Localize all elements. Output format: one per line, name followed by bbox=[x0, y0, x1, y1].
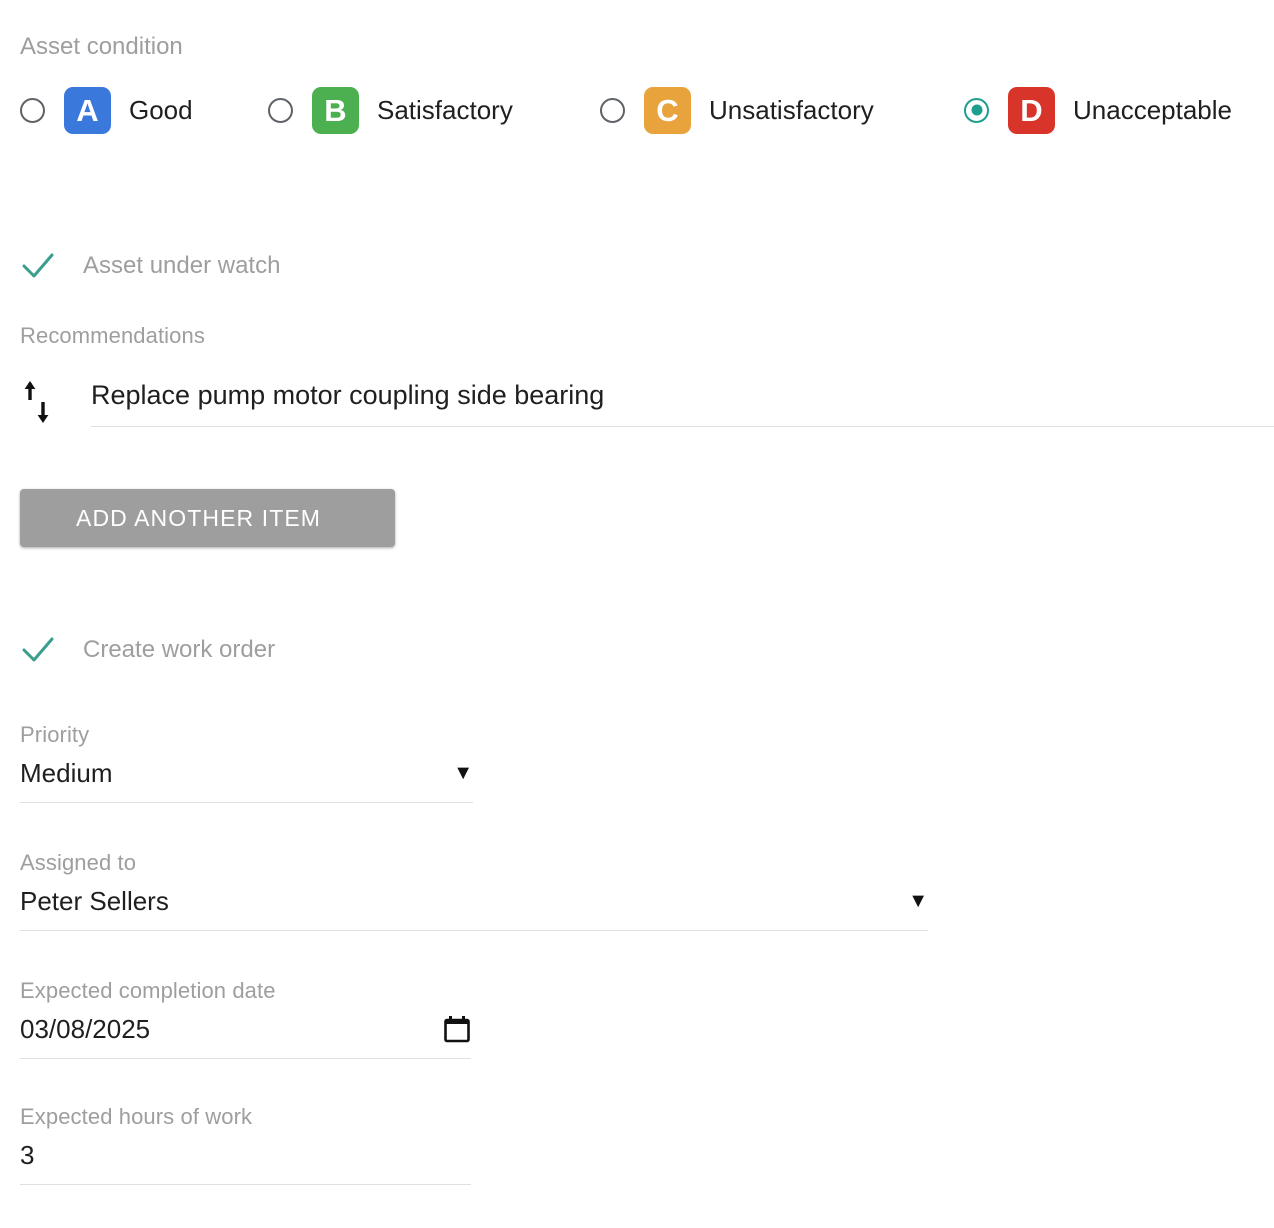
asset-condition-option-unsatisfactory[interactable]: C Unsatisfactory bbox=[600, 80, 874, 140]
expected-hours-of-work-value: 3 bbox=[20, 1140, 34, 1170]
radio-good[interactable] bbox=[20, 98, 45, 123]
expected-completion-date-input[interactable]: 03/08/2025 bbox=[20, 1014, 471, 1044]
calendar-icon[interactable] bbox=[443, 1015, 471, 1043]
expected-completion-date-underline bbox=[20, 1058, 471, 1059]
priority-label: Priority bbox=[20, 722, 473, 748]
reorder-arrows-icon[interactable] bbox=[20, 380, 56, 424]
assigned-to-select[interactable]: Peter Sellers ▼ bbox=[20, 886, 928, 916]
recommendation-underline bbox=[91, 426, 1274, 427]
assigned-to-underline bbox=[20, 930, 928, 931]
asset-condition-option-unacceptable[interactable]: D Unacceptable bbox=[964, 80, 1232, 140]
expected-completion-date-field: Expected completion date 03/08/2025 bbox=[20, 978, 471, 1059]
asset-under-watch-toggle[interactable]: Asset under watch bbox=[20, 248, 280, 284]
expected-hours-of-work-field: Expected hours of work 3 bbox=[20, 1104, 471, 1185]
grade-badge-c: C bbox=[644, 87, 691, 134]
chevron-down-icon: ▼ bbox=[453, 763, 473, 783]
radio-unacceptable[interactable] bbox=[964, 98, 989, 123]
asset-condition-option-satisfactory[interactable]: B Satisfactory bbox=[268, 80, 513, 140]
grade-badge-a: A bbox=[64, 87, 111, 134]
asset-condition-label-unsatisfactory: Unsatisfactory bbox=[709, 95, 874, 125]
grade-badge-d: D bbox=[1008, 87, 1055, 134]
asset-under-watch-label: Asset under watch bbox=[83, 252, 280, 280]
chevron-down-icon: ▼ bbox=[908, 891, 928, 911]
asset-condition-label-good: Good bbox=[129, 95, 193, 125]
asset-condition-radio-row: A Good B Satisfactory C Unsatisfactory D… bbox=[20, 80, 1274, 140]
radio-satisfactory[interactable] bbox=[268, 98, 293, 123]
asset-condition-label-satisfactory: Satisfactory bbox=[377, 95, 513, 125]
assigned-to-field: Assigned to Peter Sellers ▼ bbox=[20, 850, 928, 931]
grade-badge-b: B bbox=[312, 87, 359, 134]
create-work-order-toggle[interactable]: Create work order bbox=[20, 632, 275, 668]
priority-value: Medium bbox=[20, 758, 112, 788]
recommendation-item-row: Replace pump motor coupling side bearing bbox=[20, 378, 1274, 427]
asset-inspection-form: Asset condition A Good B Satisfactory C … bbox=[0, 0, 1274, 1228]
priority-select[interactable]: Medium ▼ bbox=[20, 758, 473, 788]
asset-condition-label-unacceptable: Unacceptable bbox=[1073, 95, 1232, 125]
recommendation-input[interactable]: Replace pump motor coupling side bearing bbox=[91, 378, 1274, 426]
check-icon bbox=[20, 632, 56, 668]
recommendation-input-wrap: Replace pump motor coupling side bearing bbox=[91, 378, 1274, 427]
expected-hours-of-work-underline bbox=[20, 1184, 471, 1185]
asset-condition-group: Asset condition A Good B Satisfactory C … bbox=[20, 33, 1274, 61]
expected-completion-date-value: 03/08/2025 bbox=[20, 1014, 150, 1044]
radio-unsatisfactory[interactable] bbox=[600, 98, 625, 123]
add-another-item-button[interactable]: ADD ANOTHER ITEM bbox=[20, 489, 395, 547]
expected-hours-of-work-input[interactable]: 3 bbox=[20, 1140, 471, 1170]
assigned-to-value: Peter Sellers bbox=[20, 886, 169, 916]
create-work-order-label: Create work order bbox=[83, 636, 275, 664]
recommendations-title: Recommendations bbox=[20, 323, 205, 349]
asset-condition-title: Asset condition bbox=[20, 33, 1274, 61]
priority-field: Priority Medium ▼ bbox=[20, 722, 473, 803]
priority-underline bbox=[20, 802, 473, 803]
expected-hours-of-work-label: Expected hours of work bbox=[20, 1104, 471, 1130]
check-icon bbox=[20, 248, 56, 284]
expected-completion-date-label: Expected completion date bbox=[20, 978, 471, 1004]
assigned-to-label: Assigned to bbox=[20, 850, 928, 876]
asset-condition-option-good[interactable]: A Good bbox=[20, 80, 193, 140]
